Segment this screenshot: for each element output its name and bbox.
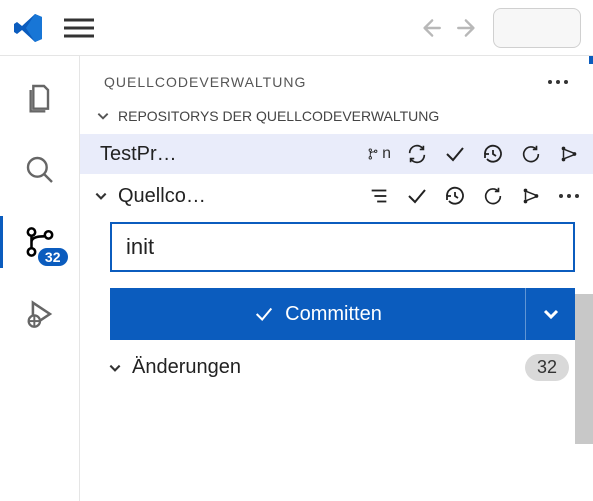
more-icon[interactable] xyxy=(547,79,569,85)
explorer-icon[interactable] xyxy=(22,80,58,116)
history-icon[interactable] xyxy=(481,142,505,166)
commit-button[interactable]: Committen xyxy=(110,288,525,340)
nav-forward-icon[interactable] xyxy=(455,15,481,41)
run-debug-icon[interactable] xyxy=(22,296,58,332)
commit-button-label: Committen xyxy=(285,303,382,326)
search-icon[interactable] xyxy=(22,152,58,188)
history-icon[interactable] xyxy=(443,184,467,208)
scm-badge: 32 xyxy=(38,248,68,266)
changes-section-header[interactable]: Änderungen 32 xyxy=(80,340,593,381)
changes-count-badge: 32 xyxy=(525,354,569,381)
refresh-icon[interactable] xyxy=(481,184,505,208)
scm-section-header[interactable]: Quellco… xyxy=(80,178,593,214)
repos-section-label: REPOSITORYS DER QUELLCODEVERWALTUNG xyxy=(118,108,439,124)
refresh-icon[interactable] xyxy=(519,142,543,166)
check-icon[interactable] xyxy=(405,184,429,208)
tree-view-icon[interactable] xyxy=(367,184,391,208)
source-control-icon[interactable]: 32 xyxy=(22,224,58,260)
blue-edge xyxy=(589,56,593,64)
graph-icon[interactable] xyxy=(557,142,581,166)
commit-message-input[interactable] xyxy=(110,222,575,272)
sync-icon[interactable] xyxy=(405,142,429,166)
branch-label: n xyxy=(382,145,391,163)
graph-icon[interactable] xyxy=(519,184,543,208)
branch-icon[interactable]: n xyxy=(367,142,391,166)
repos-section-header[interactable]: REPOSITORYS DER QUELLCODEVERWALTUNG xyxy=(80,102,593,130)
check-icon[interactable] xyxy=(443,142,467,166)
menu-icon[interactable] xyxy=(64,17,94,39)
panel-title: QUELLCODEVERWALTUNG xyxy=(104,74,306,90)
vscode-logo xyxy=(12,12,44,44)
nav-back-icon[interactable] xyxy=(417,15,443,41)
commit-dropdown[interactable] xyxy=(525,288,575,340)
more-icon[interactable] xyxy=(557,184,581,208)
repo-name: TestPr… xyxy=(100,143,177,166)
scrollbar[interactable] xyxy=(575,294,593,444)
repo-row[interactable]: TestPr… n xyxy=(80,134,593,174)
scm-label: Quellco… xyxy=(118,185,206,208)
command-center[interactable] xyxy=(493,8,581,48)
changes-label: Änderungen xyxy=(132,356,241,379)
